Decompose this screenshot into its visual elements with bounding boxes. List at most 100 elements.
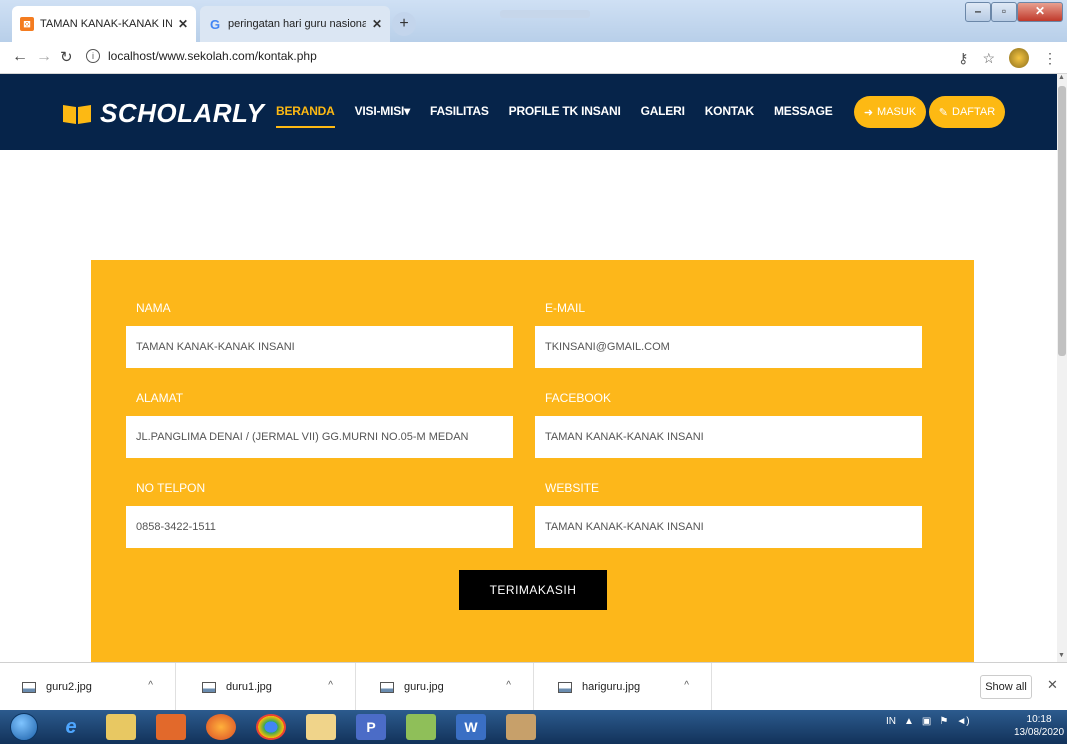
sign-in-icon: ➜	[863, 106, 874, 119]
chrome-icon[interactable]	[256, 714, 286, 740]
xampp-icon: ⊠	[20, 17, 34, 31]
profile-avatar[interactable]	[1009, 48, 1029, 68]
forward-arrow-icon[interactable]: →	[36, 48, 52, 66]
nama-input[interactable]: TAMAN KANAK-KANAK INSANI	[126, 326, 513, 368]
download-item[interactable]: hariguru.jpg ^	[536, 663, 712, 711]
daftar-label: DAFTAR	[952, 106, 996, 118]
menu-item-kontak[interactable]: KONTAK	[705, 104, 754, 118]
email-input[interactable]: TKINSANI@GMAIL.COM	[535, 326, 922, 368]
window-close-button[interactable]: ✕	[1017, 2, 1063, 22]
chevron-up-icon[interactable]: ^	[684, 680, 689, 691]
chevron-up-icon[interactable]: ^	[148, 680, 153, 691]
download-filename: guru2.jpg	[46, 681, 92, 693]
daftar-button[interactable]: ✎ DAFTAR	[929, 96, 1005, 128]
nama-label: NAMA	[136, 301, 171, 315]
star-icon[interactable]: ☆	[982, 50, 995, 67]
menu-item-beranda[interactable]: BERANDA	[276, 104, 335, 128]
language-indicator[interactable]: IN	[886, 716, 896, 727]
image-file-icon	[380, 681, 394, 693]
main-menu: BERANDA VISI-MISI▾ FASILITAS PROFILE TK …	[276, 104, 853, 128]
start-button[interactable]	[10, 713, 38, 741]
address-bar-row: ← → ↻ i localhost/www.sekolah.com/kontak…	[0, 42, 1067, 74]
terimakasih-button[interactable]: TERIMAKASIH	[459, 570, 607, 610]
minimize-button[interactable]: –	[965, 2, 991, 22]
masuk-label: MASUK	[877, 106, 917, 118]
page-scrollbar[interactable]: ▲ ▼	[1057, 74, 1067, 662]
facebook-input[interactable]: TAMAN KANAK-KANAK INSANI	[535, 416, 922, 458]
omnibar-actions: ⚷ ☆ ⋮	[958, 48, 1057, 68]
telpon-input[interactable]: 0858-3422-1511	[126, 506, 513, 548]
email-label: E-MAIL	[545, 301, 586, 315]
ie-icon[interactable]: e	[56, 714, 86, 740]
explorer-icon[interactable]	[106, 714, 136, 740]
tab-google-search[interactable]: G peringatan hari guru nasional an ✕	[200, 6, 390, 42]
edit-icon: ✎	[938, 106, 949, 119]
app-icon[interactable]	[156, 714, 186, 740]
site-logo[interactable]: SCHOLARLY	[62, 98, 264, 129]
app-icon[interactable]: P	[356, 714, 386, 740]
paint-icon[interactable]	[506, 714, 536, 740]
app-icon[interactable]	[406, 714, 436, 740]
contact-form: NAMA TAMAN KANAK-KANAK INSANI E-MAIL TKI…	[91, 260, 974, 662]
tray-arrow-icon[interactable]: ▲	[904, 716, 914, 727]
menu-item-fasilitas[interactable]: FASILITAS	[430, 104, 489, 118]
network-icon[interactable]: ▣	[922, 716, 931, 727]
url-field[interactable]: i localhost/www.sekolah.com/kontak.php	[86, 49, 317, 63]
alamat-label: ALAMAT	[136, 391, 184, 405]
back-arrow-icon[interactable]: ←	[12, 48, 28, 66]
download-item[interactable]: guru2.jpg ^	[0, 663, 176, 711]
close-icon[interactable]: ✕	[1047, 677, 1058, 693]
google-icon: G	[209, 16, 221, 32]
image-file-icon	[558, 681, 572, 693]
windows-taskbar: e P W IN ▲ ▣ ⚑ ◄) 10:18 13/08/2020	[0, 710, 1067, 744]
download-item[interactable]: guru.jpg ^	[358, 663, 534, 711]
download-filename: duru1.jpg	[226, 681, 272, 693]
image-file-icon	[202, 681, 216, 693]
browser-tab-strip: ⊠ TAMAN KANAK-KANAK INSANI ✕ G peringata…	[0, 0, 1067, 42]
reload-icon[interactable]: ↻	[60, 48, 73, 66]
website-input[interactable]: TAMAN KANAK-KANAK INSANI	[535, 506, 922, 548]
app-icon[interactable]	[306, 714, 336, 740]
menu-item-visi-misi[interactable]: VISI-MISI▾	[354, 104, 411, 118]
scrollbar-thumb[interactable]	[1058, 86, 1066, 356]
new-tab-button[interactable]: +	[392, 12, 416, 36]
menu-item-label: VISI-MISI	[354, 104, 405, 118]
info-icon[interactable]: i	[86, 49, 100, 63]
download-item[interactable]: duru1.jpg ^	[180, 663, 356, 711]
chevron-up-icon[interactable]: ^	[328, 680, 333, 691]
menu-item-message[interactable]: MESSAGE	[774, 104, 833, 118]
tab-title: TAMAN KANAK-KANAK INSANI	[40, 18, 172, 30]
book-icon	[63, 104, 91, 124]
menu-dots-icon[interactable]: ⋮	[1043, 50, 1057, 67]
show-all-button[interactable]: Show all	[980, 675, 1032, 699]
firefox-icon[interactable]	[206, 714, 236, 740]
site-navbar: SCHOLARLY BERANDA VISI-MISI▾ FASILITAS P…	[0, 74, 1057, 150]
menu-item-profile[interactable]: PROFILE TK INSANI	[509, 104, 621, 118]
scroll-up-icon[interactable]: ▲	[1058, 74, 1065, 81]
word-icon[interactable]: W	[456, 714, 486, 740]
key-icon[interactable]: ⚷	[958, 50, 968, 67]
caret-down-icon: ▾	[404, 104, 410, 118]
flag-icon[interactable]: ⚑	[939, 716, 948, 727]
chevron-up-icon[interactable]: ^	[506, 680, 511, 691]
menu-item-galeri[interactable]: GALERI	[641, 104, 685, 118]
clock[interactable]: 10:18 13/08/2020	[1014, 713, 1064, 739]
clock-time: 10:18	[1026, 714, 1052, 725]
download-filename: guru.jpg	[404, 681, 444, 693]
logo-text: SCHOLARLY	[100, 98, 265, 128]
volume-icon[interactable]: ◄)	[956, 716, 969, 727]
tab-taman-kanak-kanak[interactable]: ⊠ TAMAN KANAK-KANAK INSANI ✕	[12, 6, 196, 42]
facebook-label: FACEBOOK	[545, 391, 612, 405]
maximize-button[interactable]: ▫	[991, 2, 1017, 22]
alamat-input[interactable]: JL.PANGLIMA DENAI / (JERMAL VII) GG.MURN…	[126, 416, 513, 458]
masuk-button[interactable]: ➜ MASUK	[854, 96, 926, 128]
window-title-blur	[500, 10, 590, 18]
tab-title: peringatan hari guru nasional an	[228, 18, 366, 30]
page-viewport: SCHOLARLY BERANDA VISI-MISI▾ FASILITAS P…	[0, 74, 1057, 662]
close-tab-icon[interactable]: ✕	[372, 17, 382, 31]
url-text: localhost/www.sekolah.com/kontak.php	[108, 49, 317, 63]
image-file-icon	[22, 681, 36, 693]
download-filename: hariguru.jpg	[582, 681, 641, 693]
close-tab-icon[interactable]: ✕	[178, 17, 188, 31]
scroll-down-icon[interactable]: ▼	[1058, 652, 1065, 659]
